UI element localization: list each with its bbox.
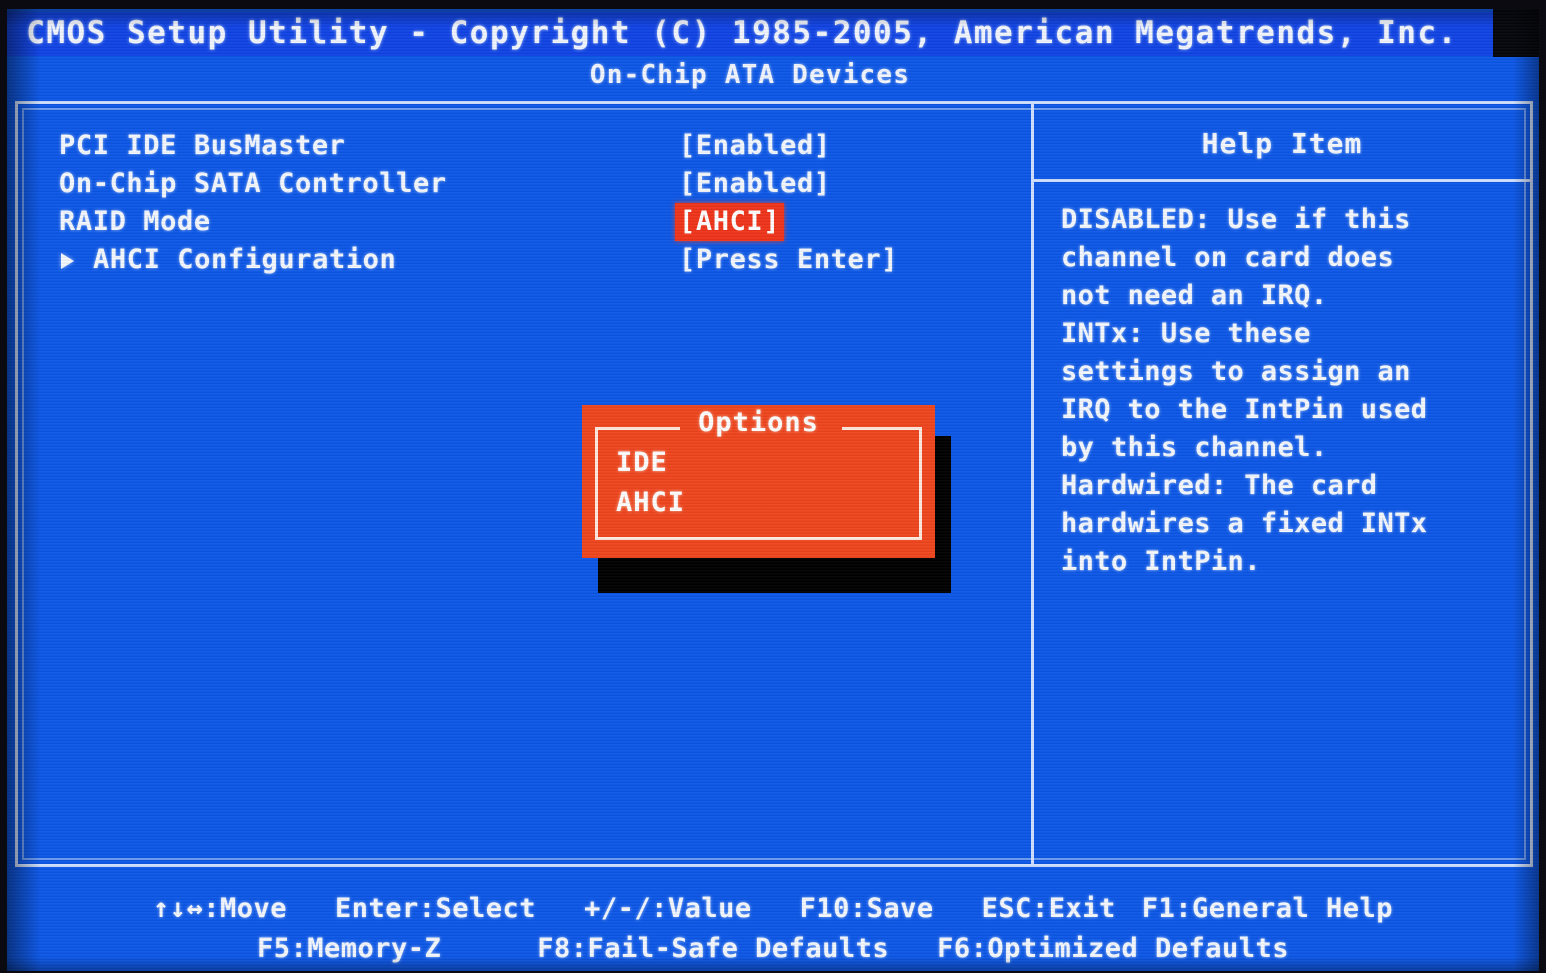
setting-value-selected[interactable]: [AHCI]: [675, 203, 785, 241]
setting-value[interactable]: [Enabled]: [679, 127, 831, 165]
setting-value[interactable]: [Press Enter]: [679, 241, 898, 279]
options-dialog-item-ide[interactable]: IDE: [616, 443, 685, 483]
help-line: channel on card does: [1061, 242, 1395, 273]
bios-screen: CMOS Setup Utility - Copyright (C) 1985-…: [0, 0, 1546, 973]
help-line: into IntPin.: [1061, 546, 1261, 577]
help-line: IRQ to the IntPin used: [1061, 394, 1428, 425]
options-dialog-list: IDE AHCI: [616, 443, 685, 523]
key-hint-f10-save[interactable]: F10:Save: [800, 889, 934, 929]
submenu-triangle-icon: [61, 253, 74, 269]
key-hint-f5-memory-z[interactable]: F5:Memory-Z: [257, 929, 441, 969]
key-hint-enter-select[interactable]: Enter:Select: [335, 889, 536, 929]
setting-row-on-chip-sata-controller[interactable]: On-Chip SATA Controller [Enabled]: [31, 165, 1011, 203]
help-line: hardwires a fixed INTx: [1061, 508, 1428, 539]
footer-key-legend: ↑↓↔:Move Enter:Select +/-/:Value F10:Save ES…: [7, 889, 1539, 969]
setting-label: PCI IDE BusMaster: [59, 130, 346, 161]
help-line: DISABLED: Use if this: [1061, 204, 1411, 235]
help-line: not need an IRQ.: [1061, 280, 1328, 311]
help-line: INTx: Use these: [1061, 318, 1311, 349]
page-subtitle: On-Chip ATA Devices: [589, 60, 911, 90]
key-hint-f6-optimized-defaults[interactable]: F6:Optimized Defaults: [937, 929, 1289, 969]
panel-vertical-divider: [1031, 101, 1034, 867]
settings-list: PCI IDE BusMaster [Enabled] On-Chip SATA…: [31, 127, 1011, 279]
footer-row-2: F5:Memory-Z F8:Fail-Safe Defaults F6:Optim…: [7, 929, 1539, 969]
title-bar-black-gap: [1493, 9, 1539, 57]
setting-row-pci-ide-busmaster[interactable]: PCI IDE BusMaster [Enabled]: [31, 127, 1011, 165]
key-hint-move[interactable]: ↑↓↔:Move: [153, 889, 287, 929]
setting-row-raid-mode[interactable]: RAID Mode [AHCI]: [31, 203, 1011, 241]
setting-label: RAID Mode: [59, 206, 211, 237]
key-hint-value[interactable]: +/-/:Value: [584, 889, 752, 929]
setting-label: AHCI Configuration: [93, 244, 397, 275]
help-panel-title: Help Item: [1201, 127, 1363, 160]
options-dialog-item-ahci[interactable]: AHCI: [616, 483, 685, 523]
help-line: by this channel.: [1061, 432, 1328, 463]
setting-row-ahci-configuration[interactable]: AHCI Configuration [Press Enter]: [31, 241, 1011, 279]
help-panel-body: DISABLED: Use if this channel on card do…: [1061, 201, 1531, 581]
options-dialog-title: Options: [698, 407, 819, 438]
help-line: settings to assign an: [1061, 356, 1411, 387]
bios-raster-area: CMOS Setup Utility - Copyright (C) 1985-…: [7, 9, 1539, 971]
help-line: Hardwired: The card: [1061, 470, 1378, 501]
page-title: CMOS Setup Utility - Copyright (C) 1985-…: [26, 15, 1458, 51]
setting-label: On-Chip SATA Controller: [59, 168, 447, 199]
options-dialog: Options IDE AHCI: [582, 405, 935, 558]
help-panel-rule: [1031, 179, 1533, 182]
key-hint-f8-fail-safe-defaults[interactable]: F8:Fail-Safe Defaults: [537, 929, 889, 969]
key-hint-f1-general-help[interactable]: F1:General Help: [1142, 889, 1393, 929]
footer-row-1: ↑↓↔:Move Enter:Select +/-/:Value F10:Save ES…: [7, 889, 1539, 929]
setting-value[interactable]: [Enabled]: [679, 165, 831, 203]
key-hint-esc-exit[interactable]: ESC:Exit: [982, 889, 1116, 929]
